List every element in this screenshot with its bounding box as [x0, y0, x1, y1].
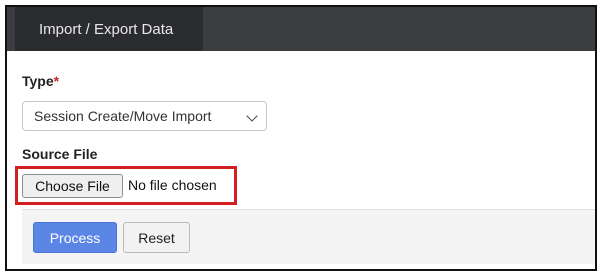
process-button-label: Process [49, 229, 101, 246]
reset-button-label: Reset [138, 229, 175, 246]
source-file-label-text: Source File [22, 146, 98, 162]
choose-file-label: Choose File [35, 178, 110, 194]
type-label-text: Type [22, 73, 54, 89]
type-select-value: Session Create/Move Import [34, 108, 212, 124]
source-file-label: Source File [22, 146, 97, 162]
header-bar: Import / Export Data [7, 7, 595, 51]
tab-import-export[interactable]: Import / Export Data [15, 7, 203, 51]
type-label: Type* [22, 73, 59, 89]
tab-import-export-label: Import / Export Data [39, 20, 174, 38]
screenshot-frame: Import / Export Data Type* Session Creat… [5, 5, 597, 271]
process-button[interactable]: Process [33, 222, 117, 253]
reset-button[interactable]: Reset [123, 222, 190, 253]
form-actions-bar: Process Reset [22, 209, 595, 264]
required-marker: * [53, 73, 60, 89]
choose-file-button[interactable]: Choose File [22, 174, 123, 198]
type-select[interactable]: Session Create/Move Import [22, 101, 267, 131]
chevron-down-icon [246, 110, 258, 122]
file-status-text: No file chosen [128, 177, 217, 193]
